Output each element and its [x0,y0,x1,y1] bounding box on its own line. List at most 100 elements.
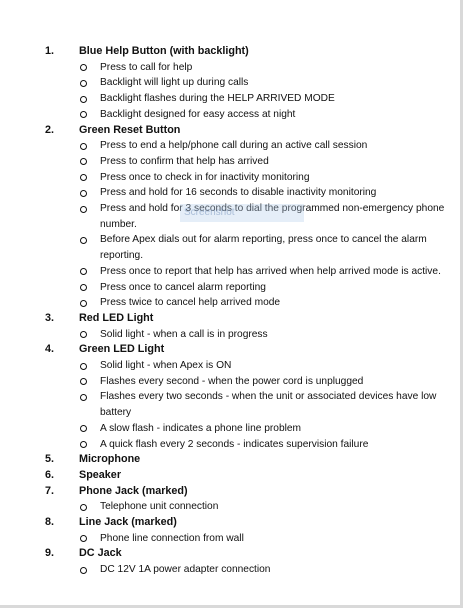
sub-list-item: Solid light - when a call is in progress [0,327,463,343]
sub-list-item: Press to call for help [0,60,463,76]
bullet-icon [80,441,87,449]
sub-list-item: Backlight flashes during the HELP ARRIVE… [0,91,463,107]
sub-list-item-text: Press to confirm that help has arrived [100,155,269,167]
list-item-title: DC Jack [79,547,122,560]
list-item-heading: 7. Phone Jack (marked) [0,484,463,500]
list-item-number: 2. [45,123,55,136]
sub-list-item: Press once to cancel alarm reporting [0,280,463,296]
bullet-icon [80,158,87,166]
bullet-icon [80,111,87,119]
sub-list-item-text: Backlight flashes during the HELP ARRIVE… [100,93,335,105]
list-item-number: 6. [45,468,55,481]
bullet-icon [80,205,87,213]
sub-list-item: Press once to check in for inactivity mo… [0,170,463,186]
list-item-heading: 8. Line Jack (marked) [0,515,463,531]
bullet-icon [80,299,87,307]
list-item-number: 4. [45,343,55,356]
list-item: 3. Red LED Light Solid light - when a call… [0,311,463,342]
bullet-icon [80,64,87,72]
list-item-heading: 4. Green LED Light [0,342,463,358]
sub-list-item-text: Backlight designed for easy access at ni… [100,108,296,120]
bullet-icon [80,331,87,339]
list-item-heading: 1. Blue Help Button (with backlight) [0,44,463,60]
sub-list-item: Press twice to cancel help arrived mode [0,295,463,311]
list-item: 4. Green LED Light Solid light - when Apex… [0,342,463,452]
bullet-icon [80,174,87,182]
bullet-icon [80,268,87,276]
sub-list-item-text: A quick flash every 2 seconds - indicate… [100,438,369,450]
sub-list-item: Before Apex dials out for alarm reportin… [0,232,463,263]
bullet-icon [80,425,87,433]
sub-list-item-text: DC 12V 1A power adapter connection [100,564,271,576]
sub-list-item-text: Press to end a help/phone call during an… [100,140,368,152]
sub-list-item-text: Flashes every two seconds - when the uni… [100,391,437,419]
sub-list-item-text: Backlight will light up during calls [100,77,249,89]
sub-list-item: Phone line connection from wall [0,531,463,547]
list-item-number: 1. [45,45,55,57]
sub-list-item: Flashes every two seconds - when the uni… [0,389,463,420]
sub-list-item-text: Solid light - when a call is in progress [100,328,268,340]
sub-list-item-text: Press once to cancel alarm reporting [100,281,266,293]
list-item-title: Microphone [79,453,141,466]
list-item-title: Red LED Light [79,311,154,324]
sub-list-item: Backlight designed for easy access at ni… [0,107,463,123]
list-item-heading: 6. Speaker [0,468,463,484]
list-item-number: 3. [45,311,55,324]
bullet-icon [80,189,87,197]
sub-list-item: Press to end a help/phone call during an… [0,138,463,154]
list-item-heading: 5. Microphone [0,452,463,468]
bullet-icon [80,362,87,370]
sub-list-item: Telephone unit connection [0,499,463,515]
list-item: 7. Phone Jack (marked) Telephone unit conn… [0,484,463,515]
list-item-title: Line Jack (marked) [79,515,177,528]
sub-list-item: Press to confirm that help has arrived [0,154,463,170]
sub-list-item: Solid light - when Apex is ON [0,358,463,374]
list-item-number: 7. [45,484,55,497]
sub-list-item-text: Press once to check in for inactivity mo… [100,171,310,183]
sub-list-item: A slow flash - indicates a phone line pr… [0,421,463,437]
sub-list-item-text: Solid light - when Apex is ON [100,360,232,371]
sub-list-item-text: Telephone unit connection [100,501,219,513]
list-item-heading: 9. DC Jack [0,546,463,562]
sub-list-item: DC 12V 1A power adapter connection [0,562,463,578]
bullet-icon [80,236,87,244]
sub-list-item: A quick flash every 2 seconds - indicate… [0,437,463,453]
list-item-number: 8. [45,515,55,528]
list-item: 1. Blue Help Button (with backlight) Press… [0,44,463,123]
list-item-number: 9. [45,547,55,560]
bullet-icon [80,393,87,401]
sub-list-item-text: Press once to report that help has arriv… [100,265,441,277]
list-item-heading: 2. Green Reset Button [0,123,463,139]
bullet-icon [80,566,87,574]
bullet-icon [80,284,87,292]
bullet-icon [80,142,87,150]
list-item: 8. Line Jack (marked) Phone line connectio… [0,515,463,546]
bullet-icon [80,535,87,543]
list-item-heading: 3. Red LED Light [0,311,463,327]
sub-list-item: Press once to report that help has arriv… [0,264,463,280]
list-item: 9. DC Jack DC 12V 1A power adapter connect… [0,546,463,577]
bullet-icon [80,95,87,103]
list-item-title: Speaker [79,468,122,481]
list-item-title: Blue Help Button (with backlight) [79,45,249,57]
sub-list-item: Press and hold for 16 seconds to disable… [0,185,463,201]
sub-list-item-text: A slow flash - indicates a phone line pr… [100,422,302,434]
list-item-number: 5. [45,453,55,466]
bullet-icon [80,378,87,386]
sub-list-item-text: Press to call for help [100,61,193,73]
list-item-title: Phone Jack (marked) [79,484,188,497]
list-item-title: Green Reset Button [79,123,181,136]
sub-list-item: Backlight will light up during calls [0,75,463,91]
sub-list-item-text: Before Apex dials out for alarm reportin… [100,234,427,262]
bullet-icon [80,503,87,511]
list-item: 6. Speaker [0,468,463,484]
document-body: 1. Blue Help Button (with backlight) Press… [0,44,463,578]
bullet-icon [80,79,87,87]
sub-list-item: Flashes every second - when the power co… [0,374,463,390]
list-item: 5. Microphone [0,452,463,468]
list-item-title: Green LED Light [79,343,165,356]
sub-list-item-text: Phone line connection from wall [100,532,244,544]
sub-list-item-text: Press and hold for 16 seconds to disable… [100,187,377,199]
sub-list-item-text: Press twice to cancel help arrived mode [100,297,281,309]
sub-list-item-text: Flashes every second - when the power co… [100,375,364,387]
